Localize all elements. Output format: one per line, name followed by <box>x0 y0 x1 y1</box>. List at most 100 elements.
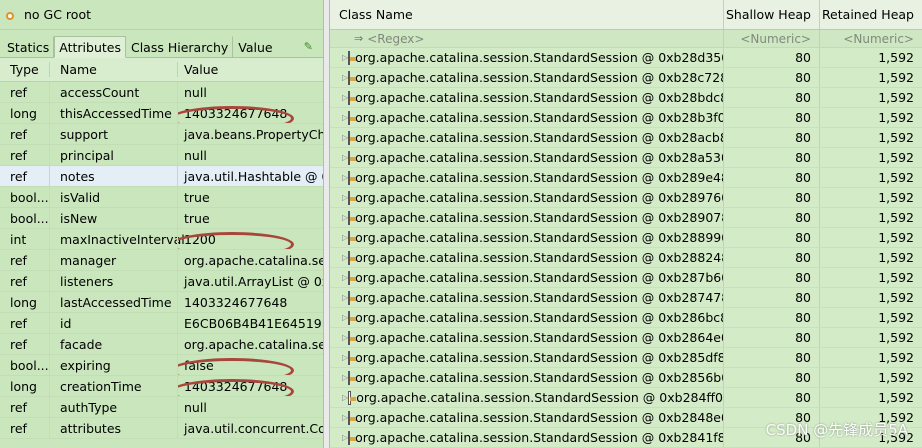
object-class-name: org.apache.catalina.session.StandardSess… <box>355 310 723 325</box>
attribute-row[interactable]: ref notes java.util.Hashtable @ 0xl <box>0 166 323 187</box>
column-header-class-name[interactable]: Class Name <box>330 7 723 22</box>
attribute-row[interactable]: ref authType null <box>0 397 323 418</box>
attribute-name: accessCount <box>49 82 177 102</box>
object-instance-icon <box>348 390 357 405</box>
column-header-retained-heap[interactable]: Retained Heap <box>819 0 922 29</box>
retained-heap-value: 1,592 <box>819 108 922 127</box>
attribute-row[interactable]: long lastAccessedTime 1403324677648 <box>0 292 323 313</box>
retained-numeric-filter[interactable]: <Numeric> <box>819 30 922 47</box>
column-header-value[interactable]: Value <box>177 62 323 77</box>
attribute-row[interactable]: ref principal null <box>0 145 323 166</box>
tab-attributes[interactable]: Attributes <box>54 36 126 58</box>
object-instance-icon <box>348 50 357 65</box>
attribute-type: ref <box>10 252 27 268</box>
attribute-row[interactable]: long thisAccessedTime 1403324677648 <box>0 103 323 124</box>
shallow-heap-value: 80 <box>723 48 819 67</box>
object-row[interactable]: ▷ org.apache.catalina.session.StandardSes… <box>330 348 922 368</box>
gc-root-icon <box>6 12 14 20</box>
retained-heap-value: 1,592 <box>819 288 922 307</box>
attribute-value-cell: java.util.Hashtable @ 0xl <box>177 166 323 186</box>
object-instance-icon <box>348 430 357 445</box>
object-row[interactable]: ▷ org.apache.catalina.session.StandardSes… <box>330 188 922 208</box>
column-header-name[interactable]: Name <box>49 62 177 77</box>
object-instance-icon <box>348 270 357 285</box>
object-row[interactable]: ▷ org.apache.catalina.session.StandardSes… <box>330 268 922 288</box>
object-class-name: org.apache.catalina.session.StandardSess… <box>355 170 723 185</box>
attribute-row[interactable]: ref facade org.apache.catalina.sess <box>0 334 323 355</box>
attribute-type: ref <box>10 168 27 184</box>
object-row[interactable]: ▷ org.apache.catalina.session.StandardSes… <box>330 248 922 268</box>
attribute-row[interactable]: ref attributes java.util.concurrent.Conc <box>0 418 323 439</box>
object-row[interactable]: ▷ org.apache.catalina.session.StandardSes… <box>330 128 922 148</box>
attribute-value-cell: E6CB06B4B41E64519EF! <box>177 313 323 333</box>
attribute-row[interactable]: ref id E6CB06B4B41E64519EF! <box>0 313 323 334</box>
object-row[interactable]: ▷ org.apache.catalina.session.StandardSes… <box>330 108 922 128</box>
object-row[interactable]: ▷ org.apache.catalina.session.StandardSes… <box>330 368 922 388</box>
retained-heap-value: 1,592 <box>819 328 922 347</box>
inspector-tabs: Statics Attributes Class Hierarchy Value… <box>0 30 323 58</box>
attribute-row[interactable]: ref accessCount null <box>0 82 323 103</box>
shallow-heap-value: 80 <box>723 208 819 227</box>
attribute-row[interactable]: ref manager org.apache.catalina.sess <box>0 250 323 271</box>
panel-splitter[interactable] <box>323 0 330 448</box>
retained-heap-value: 1,592 <box>819 128 922 147</box>
object-row[interactable]: ▷ org.apache.catalina.session.StandardSes… <box>330 208 922 228</box>
shallow-heap-value: 80 <box>723 388 819 407</box>
tab-value[interactable]: Value <box>233 36 277 58</box>
attribute-name: facade <box>49 334 177 354</box>
attribute-type: ref <box>10 336 27 352</box>
attribute-type: long <box>10 294 37 310</box>
attribute-row[interactable]: bool... expiring false <box>0 355 323 376</box>
class-regex-filter[interactable]: ⇒ <Regex> <box>330 32 723 46</box>
attribute-type: ref <box>10 399 27 415</box>
object-class-cell: ▷ org.apache.catalina.session.StandardSes… <box>330 130 723 145</box>
object-row[interactable]: ▷ org.apache.catalina.session.StandardSes… <box>330 88 922 108</box>
object-inspector-panel: no GC root Statics Attributes Class Hier… <box>0 0 323 448</box>
object-row[interactable]: ▷ org.apache.catalina.session.StandardSes… <box>330 68 922 88</box>
shallow-heap-value: 80 <box>723 88 819 107</box>
object-row[interactable]: ▷ org.apache.catalina.session.StandardSes… <box>330 288 922 308</box>
column-header-shallow-heap[interactable]: Shallow Heap <box>723 0 819 29</box>
attribute-name: principal <box>49 145 177 165</box>
tab-statics[interactable]: Statics <box>2 36 55 58</box>
attribute-row[interactable]: bool... isValid true <box>0 187 323 208</box>
object-class-cell: ▷ org.apache.catalina.session.StandardSes… <box>330 310 723 325</box>
column-header-type[interactable]: Type <box>0 62 49 77</box>
object-row[interactable]: ▷ org.apache.catalina.session.StandardSes… <box>330 168 922 188</box>
object-class-name: org.apache.catalina.session.StandardSess… <box>355 430 723 445</box>
attribute-value: true <box>184 189 210 205</box>
attribute-value: 1403324677648 <box>178 378 295 396</box>
object-row[interactable]: ▷ org.apache.catalina.session.StandardSes… <box>330 308 922 328</box>
tab-class-hierarchy[interactable]: Class Hierarchy <box>126 36 234 58</box>
pin-icon[interactable]: ✎ <box>304 40 313 53</box>
object-row[interactable]: ▷ org.apache.catalina.session.StandardSes… <box>330 148 922 168</box>
shallow-numeric-filter[interactable]: <Numeric> <box>723 30 819 47</box>
object-class-name: org.apache.catalina.session.StandardSess… <box>355 90 723 105</box>
attribute-row[interactable]: bool... isNew true <box>0 208 323 229</box>
object-row[interactable]: ▷ org.apache.catalina.session.StandardSes… <box>330 328 922 348</box>
object-row[interactable]: ▷ org.apache.catalina.session.StandardSes… <box>330 388 922 408</box>
attribute-value: E6CB06B4B41E64519EF! <box>184 315 323 331</box>
object-class-cell: ▷ org.apache.catalina.session.StandardSes… <box>330 270 723 285</box>
attribute-value-cell: java.util.ArrayList @ 0xb: <box>177 271 323 291</box>
object-row[interactable]: ▷ org.apache.catalina.session.StandardSes… <box>330 228 922 248</box>
filter-row: ⇒ <Regex> <Numeric> <Numeric> <box>330 30 922 48</box>
attribute-name: attributes <box>49 418 177 438</box>
attribute-row[interactable]: long creationTime 1403324677648 <box>0 376 323 397</box>
object-row[interactable]: ▷ org.apache.catalina.session.StandardSes… <box>330 48 922 68</box>
object-class-cell: ▷ org.apache.catalina.session.StandardSes… <box>330 190 723 205</box>
attribute-value-cell: true <box>177 187 323 207</box>
object-instance-icon <box>348 190 357 205</box>
attribute-row[interactable]: int maxInactiveInterval 1200 <box>0 229 323 250</box>
attribute-row[interactable]: ref listeners java.util.ArrayList @ 0xb: <box>0 271 323 292</box>
attribute-type: long <box>10 378 37 394</box>
attribute-type: ref <box>10 315 27 331</box>
attribute-value: false <box>178 357 294 375</box>
attribute-row[interactable]: ref support java.beans.PropertyChar <box>0 124 323 145</box>
retained-heap-value: 1,592 <box>819 168 922 187</box>
object-instance-icon <box>348 210 357 225</box>
retained-heap-value: 1,592 <box>819 188 922 207</box>
object-class-name: org.apache.catalina.session.StandardSess… <box>355 270 723 285</box>
object-instance-icon <box>348 170 357 185</box>
attribute-value: true <box>184 210 210 226</box>
